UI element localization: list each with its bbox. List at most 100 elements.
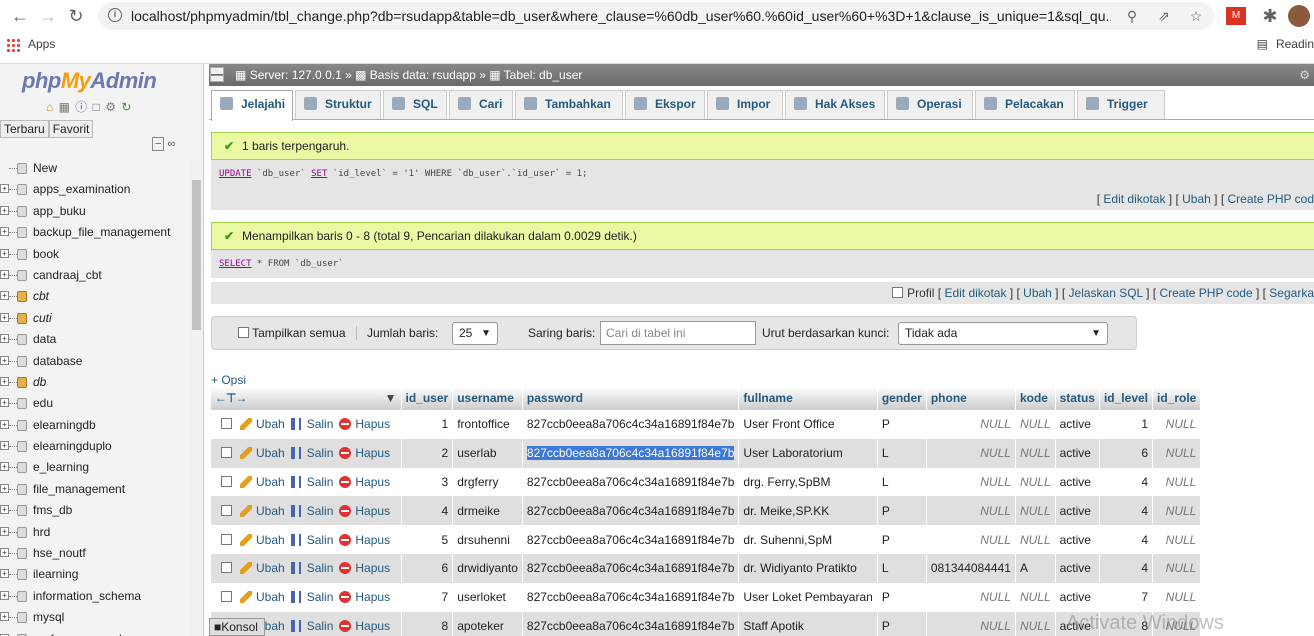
create-php-code-link[interactable]: Create PHP code: [1159, 286, 1252, 300]
database-item[interactable]: + candraaj_cbt: [0, 265, 190, 286]
database-item[interactable]: + db: [0, 372, 190, 393]
url-text[interactable]: localhost/phpmyadmin/tbl_change.php?db=r…: [131, 8, 1111, 24]
column-header-username[interactable]: username: [452, 386, 523, 410]
database-item[interactable]: + database: [0, 351, 190, 372]
database-name[interactable]: e_learning: [33, 457, 89, 478]
cell-id-role[interactable]: NULL: [1152, 438, 1202, 468]
reading-list[interactable]: ▤ Readin: [1257, 37, 1314, 51]
cell-id-level[interactable]: 1: [1099, 410, 1154, 439]
expand-icon[interactable]: +: [0, 526, 9, 536]
edit-row-button[interactable]: Ubah: [240, 561, 285, 575]
cell-id-user[interactable]: 1: [401, 410, 454, 439]
cell-phone[interactable]: NULL: [926, 525, 1016, 554]
cell-id-user[interactable]: 3: [401, 467, 454, 497]
database-item[interactable]: New: [0, 158, 190, 179]
expand-icon[interactable]: +: [0, 505, 9, 515]
zoom-icon[interactable]: ⚲: [1122, 6, 1142, 26]
edit-row-button[interactable]: Ubah: [240, 475, 285, 489]
sort-dropdown-icon[interactable]: ▼: [385, 391, 397, 405]
cell-kode[interactable]: NULL: [1015, 582, 1056, 612]
delete-row-button[interactable]: Hapus: [339, 475, 390, 489]
extensions-puzzle-icon[interactable]: ✱: [1258, 4, 1282, 28]
cell-password[interactable]: 827ccb0eea8a706c4c34a16891f84e7b: [522, 438, 740, 468]
tab-tambahkan[interactable]: Tambahkan: [515, 90, 623, 119]
cell-gender[interactable]: P: [877, 525, 927, 554]
database-item[interactable]: + elearningdb: [0, 415, 190, 436]
row-checkbox[interactable]: [221, 533, 232, 545]
cell-password[interactable]: 827ccb0eea8a706c4c34a16891f84e7b: [522, 553, 740, 583]
copy-row-button[interactable]: Salin: [290, 475, 333, 489]
column-header-id-level[interactable]: id_level: [1099, 386, 1154, 410]
cell-gender[interactable]: P: [877, 582, 927, 612]
cell-phone[interactable]: NULL: [926, 438, 1016, 468]
database-item[interactable]: + apps_examination: [0, 179, 190, 200]
cell-status[interactable]: active: [1055, 525, 1100, 554]
row-checkbox[interactable]: [221, 562, 232, 574]
database-item[interactable]: + file_management: [0, 479, 190, 500]
cell-gender[interactable]: L: [877, 553, 927, 583]
column-header-gender[interactable]: gender: [877, 386, 927, 410]
expand-icon[interactable]: +: [0, 419, 9, 429]
tab-impor[interactable]: Impor: [707, 90, 783, 119]
cell-fullname[interactable]: dr. Widiyanto Pratikto: [738, 553, 878, 583]
database-item[interactable]: + edu: [0, 393, 190, 414]
database-name[interactable]: app_buku: [33, 201, 86, 222]
cell-username[interactable]: userloket: [452, 582, 523, 612]
page-settings-icon[interactable]: ⚙: [1299, 64, 1310, 86]
tab-cari[interactable]: Cari: [449, 90, 513, 119]
refresh-link[interactable]: Segarka: [1269, 286, 1314, 300]
cell-id-user[interactable]: 8: [401, 611, 454, 636]
edit-row-button[interactable]: Ubah: [240, 533, 285, 547]
cell-id-level[interactable]: 4: [1099, 496, 1154, 526]
profil-checkbox[interactable]: [892, 287, 904, 298]
cell-id-role[interactable]: NULL: [1152, 525, 1202, 554]
cell-kode[interactable]: A: [1015, 553, 1056, 583]
cell-phone[interactable]: NULL: [926, 496, 1016, 526]
cell-username[interactable]: drgferry: [452, 467, 523, 497]
cell-id-user[interactable]: 2: [401, 438, 454, 468]
tab-operasi[interactable]: Operasi: [887, 90, 973, 119]
cell-kode[interactable]: NULL: [1015, 525, 1056, 554]
console-toggle[interactable]: ■Konsol: [209, 618, 265, 636]
home-icon[interactable]: ⌂: [46, 100, 54, 114]
expand-icon[interactable]: +: [0, 248, 9, 258]
cell-phone[interactable]: NULL: [926, 410, 1016, 439]
refresh-icon[interactable]: ↻: [121, 100, 132, 114]
database-item[interactable]: + hse_noutf: [0, 543, 190, 564]
info-icon[interactable]: □: [93, 100, 101, 114]
bookmark-star-icon[interactable]: ☆: [1186, 6, 1206, 26]
cell-gender[interactable]: P: [877, 611, 927, 636]
cell-username[interactable]: drmeike: [452, 496, 523, 526]
settings-icon[interactable]: ⚙: [105, 100, 117, 114]
database-item[interactable]: + information_schema: [0, 586, 190, 607]
cell-password[interactable]: 827ccb0eea8a706c4c34a16891f84e7b: [522, 467, 740, 497]
database-name[interactable]: backup_file_management: [33, 222, 170, 243]
sort-by-key-select[interactable]: Tidak ada ▼: [898, 322, 1108, 345]
cell-fullname[interactable]: User Laboratorium: [738, 438, 878, 468]
expand-icon[interactable]: +: [0, 205, 9, 215]
tab-recent[interactable]: Terbaru: [0, 120, 49, 138]
cell-id-level[interactable]: 4: [1099, 467, 1154, 497]
collapse-nav-button[interactable]: —: [210, 67, 224, 82]
options-link[interactable]: + Opsi: [211, 373, 246, 387]
expand-icon[interactable]: +: [0, 462, 9, 472]
edit-row-button[interactable]: Ubah: [240, 504, 285, 518]
delete-row-button[interactable]: Hapus: [339, 590, 390, 604]
create-php-code-link[interactable]: Create PHP cod: [1228, 192, 1314, 206]
delete-row-button[interactable]: Hapus: [339, 561, 390, 575]
cell-id-user[interactable]: 6: [401, 553, 454, 583]
database-item[interactable]: + book: [0, 244, 190, 265]
cell-fullname[interactable]: Staff Apotik: [738, 611, 878, 636]
link-icon[interactable]: ∞: [168, 138, 176, 150]
cell-id-role[interactable]: NULL: [1152, 553, 1202, 583]
column-header-password[interactable]: password: [522, 386, 740, 410]
cell-id-level[interactable]: 6: [1099, 438, 1154, 468]
delete-row-button[interactable]: Hapus: [339, 446, 390, 460]
database-name[interactable]: performance_schema: [33, 629, 149, 636]
database-name[interactable]: db: [33, 372, 46, 393]
cell-fullname[interactable]: User Loket Pembayaran: [738, 582, 878, 612]
database-name[interactable]: New: [33, 158, 57, 179]
cell-status[interactable]: active: [1055, 467, 1100, 497]
tab-struktur[interactable]: Struktur: [295, 90, 381, 119]
copy-row-button[interactable]: Salin: [290, 417, 333, 431]
